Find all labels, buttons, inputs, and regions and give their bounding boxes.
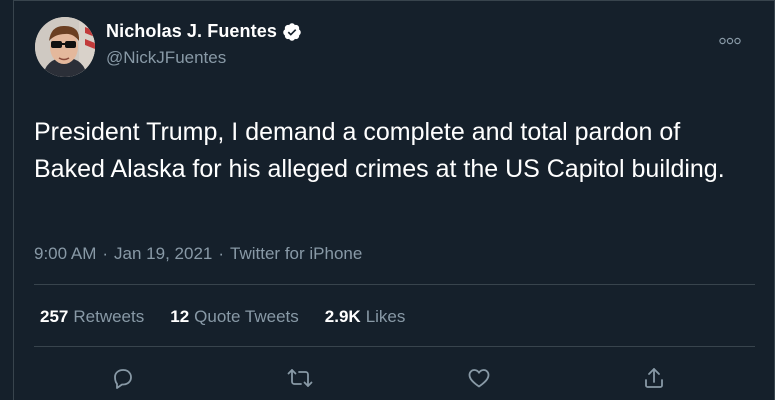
stat-count: 2.9K bbox=[324, 307, 361, 326]
likes-stat[interactable]: 2.9K Likes bbox=[325, 307, 406, 327]
verified-badge-icon bbox=[282, 22, 302, 42]
avatar-photo bbox=[35, 17, 95, 77]
avatar[interactable] bbox=[35, 17, 95, 77]
reply-button[interactable] bbox=[110, 365, 136, 391]
author-name-row[interactable]: Nicholas J. Fuentes bbox=[106, 21, 302, 42]
meta-separator: · bbox=[218, 244, 225, 263]
tweet-date[interactable]: Jan 19, 2021 bbox=[114, 244, 212, 264]
meta-separator: · bbox=[102, 244, 109, 263]
retweet-icon bbox=[287, 369, 313, 387]
stat-label: Likes bbox=[365, 307, 406, 326]
divider bbox=[34, 346, 755, 347]
stat-label: Quote Tweets bbox=[194, 307, 299, 326]
like-button[interactable] bbox=[466, 365, 492, 391]
more-options-button[interactable] bbox=[718, 34, 742, 48]
stat-label: Retweets bbox=[73, 307, 145, 326]
author-display-name[interactable]: Nicholas J. Fuentes bbox=[106, 21, 277, 42]
share-button[interactable] bbox=[641, 365, 667, 391]
tweet-stats: 257 Retweets 12 Quote Tweets 2.9K Likes bbox=[40, 307, 405, 327]
retweets-stat[interactable]: 257 Retweets bbox=[40, 307, 144, 327]
more-horizontal-icon bbox=[719, 37, 741, 45]
tweet-actions bbox=[14, 365, 774, 391]
author-handle[interactable]: @NickJFuentes bbox=[106, 48, 226, 68]
tweet-text: President Trump, I demand a complete and… bbox=[34, 118, 725, 183]
share-icon bbox=[645, 368, 663, 388]
quote-tweets-stat[interactable]: 12 Quote Tweets bbox=[170, 307, 299, 327]
divider bbox=[34, 284, 755, 285]
tweet-card: Nicholas J. Fuentes @NickJFuentes Presid… bbox=[13, 0, 775, 400]
heart-icon bbox=[468, 369, 490, 388]
tweet-source[interactable]: Twitter for iPhone bbox=[230, 244, 362, 264]
tweet-time[interactable]: 9:00 AM bbox=[34, 244, 96, 264]
stat-count: 257 bbox=[40, 307, 69, 326]
tweet-meta: 9:00 AM · Jan 19, 2021 · Twitter for iPh… bbox=[34, 244, 362, 264]
stat-count: 12 bbox=[170, 307, 190, 326]
retweet-button[interactable] bbox=[287, 365, 313, 391]
reply-icon bbox=[114, 369, 132, 389]
